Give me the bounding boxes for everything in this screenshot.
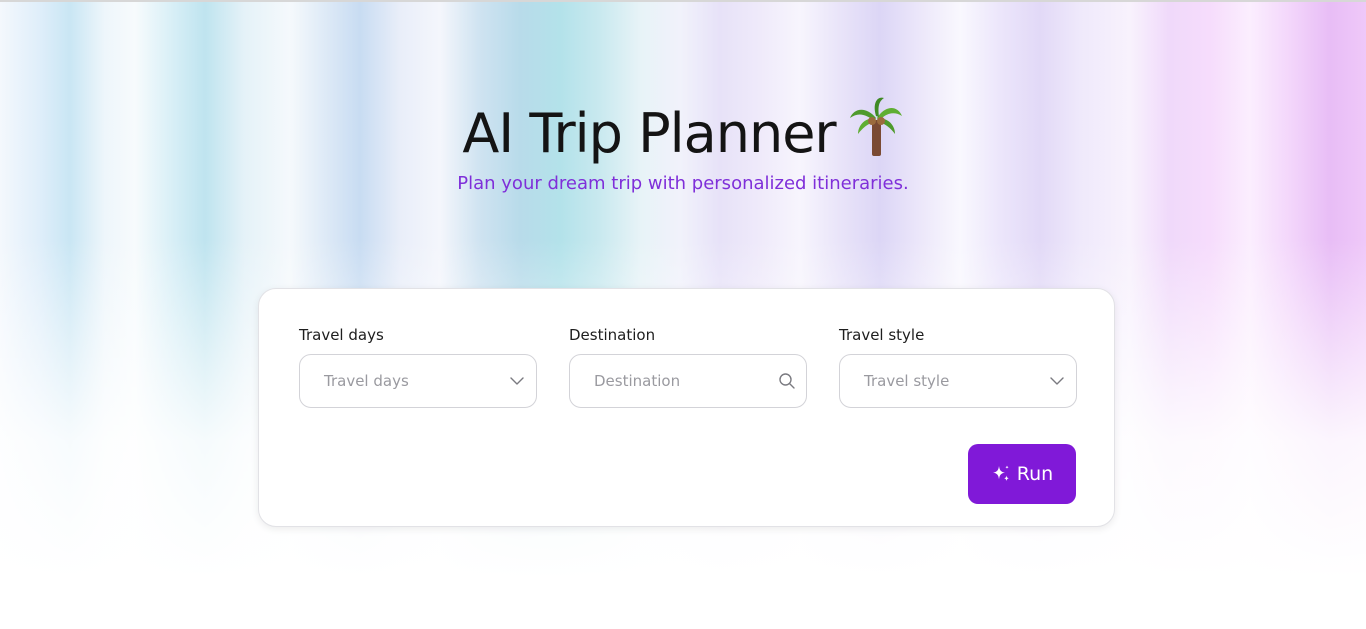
- trip-form-card: Travel days Travel days Destination Dest…: [258, 288, 1115, 527]
- travel-style-select[interactable]: Travel style: [839, 354, 1077, 408]
- destination-field: Destination Destination: [569, 325, 807, 408]
- page-subtitle: Plan your dream trip with personalized i…: [457, 173, 909, 194]
- page-title-text: AI Trip Planner: [462, 102, 836, 165]
- travel-style-label: Travel style: [839, 326, 925, 344]
- travel-days-placeholder: Travel days: [324, 372, 409, 390]
- palm-tree-icon: [848, 96, 904, 158]
- travel-days-select[interactable]: Travel days: [299, 354, 537, 408]
- chevron-down-icon: [1048, 372, 1066, 390]
- travel-style-placeholder: Travel style: [864, 372, 950, 390]
- destination-placeholder: Destination: [594, 372, 681, 390]
- chevron-down-icon: [508, 372, 526, 390]
- travel-days-label: Travel days: [299, 326, 384, 344]
- travel-style-field: Travel style Travel style: [839, 325, 1077, 408]
- sparkle-icon: [991, 464, 1011, 484]
- search-icon[interactable]: [778, 372, 796, 390]
- destination-label: Destination: [569, 326, 656, 344]
- window-top-border: [0, 0, 1366, 2]
- destination-input[interactable]: Destination: [569, 354, 807, 408]
- run-button-label: Run: [1016, 463, 1054, 485]
- travel-days-field: Travel days Travel days: [299, 325, 537, 408]
- page-title: AI Trip Planner: [0, 96, 1366, 169]
- run-button[interactable]: Run: [968, 444, 1076, 504]
